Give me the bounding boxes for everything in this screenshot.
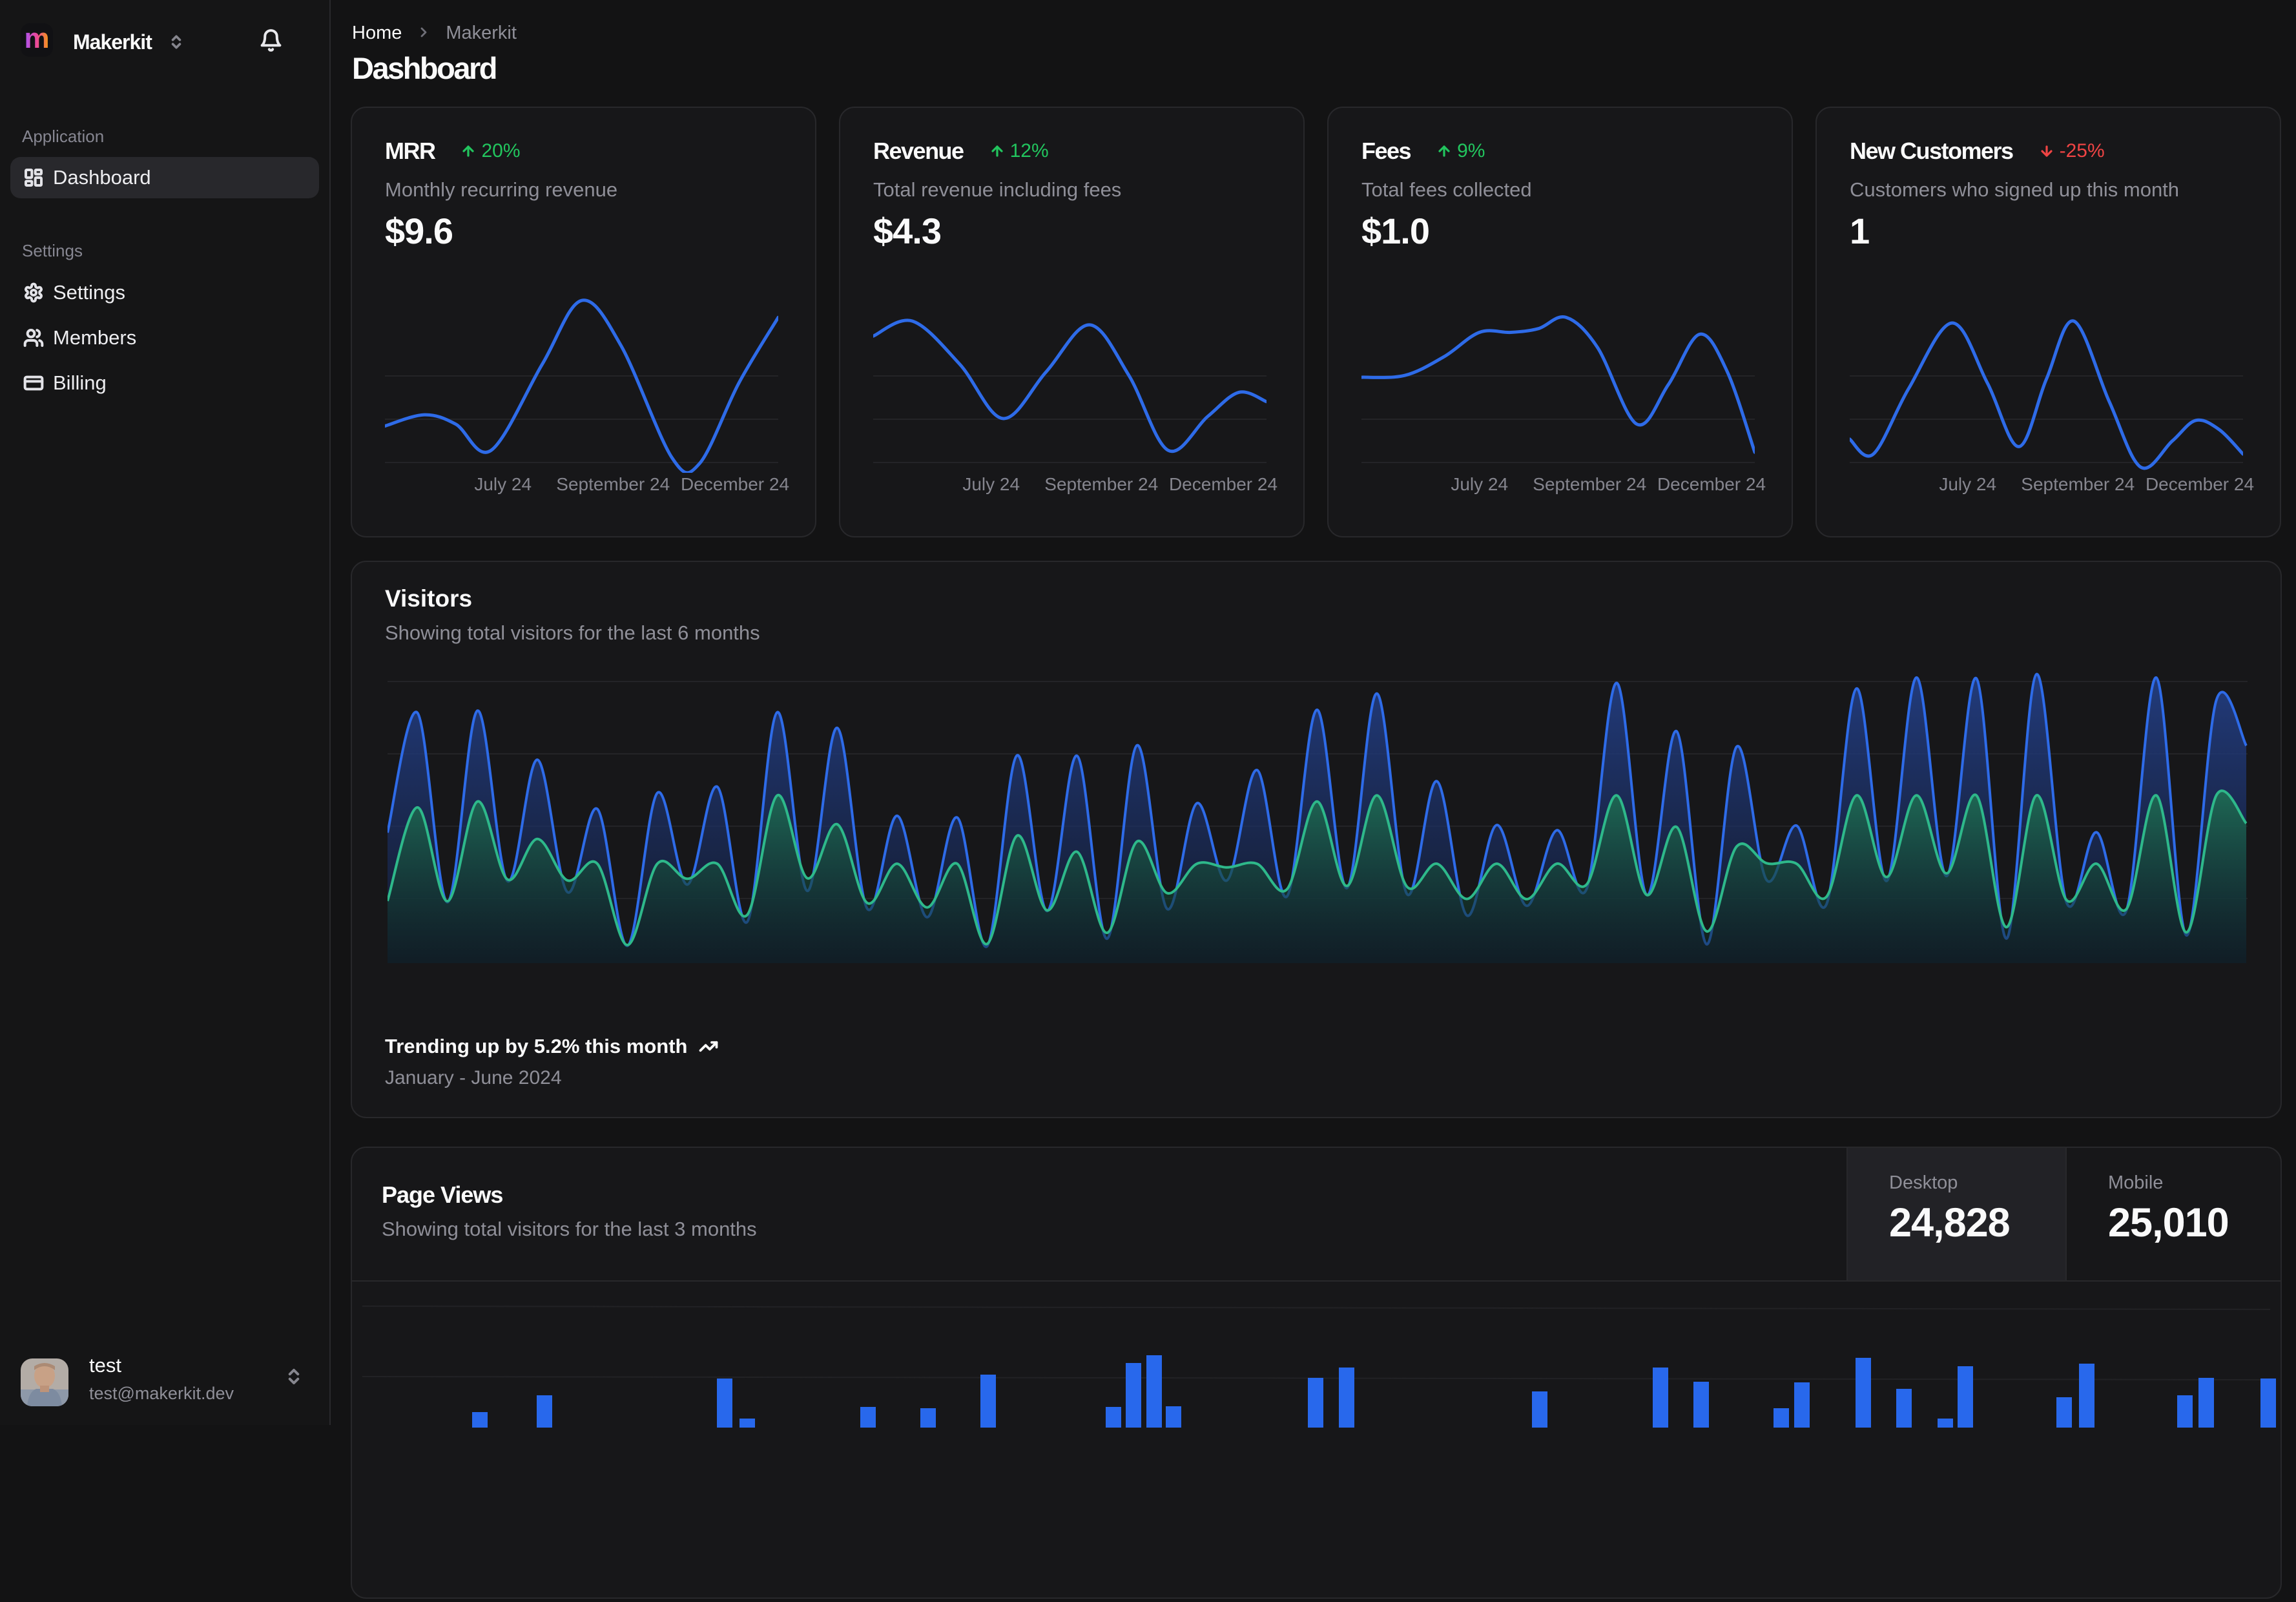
svg-text:m: m bbox=[24, 23, 49, 54]
